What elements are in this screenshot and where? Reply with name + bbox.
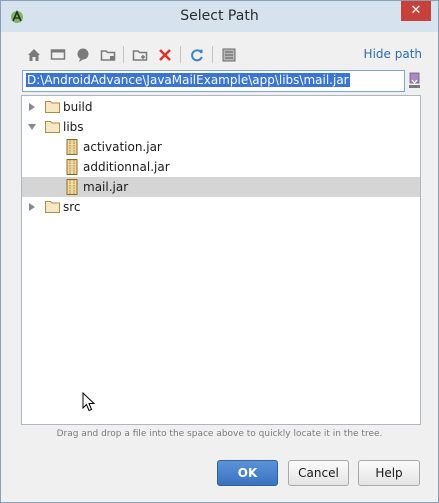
- project-icon[interactable]: [73, 45, 93, 65]
- module-icon[interactable]: [98, 45, 118, 65]
- path-input[interactable]: D:\AndroidAdvance\JavaMailExample\app\li…: [22, 70, 405, 92]
- drag-drop-hint: Drag and drop a file into the space abov…: [56, 429, 383, 439]
- show-hidden-icon[interactable]: [219, 45, 239, 65]
- cancel-button[interactable]: Cancel: [288, 460, 349, 486]
- tree-item-libs[interactable]: libs: [22, 117, 420, 137]
- ok-button[interactable]: OK: [217, 460, 278, 486]
- file-tree[interactable]: build libs activation.jar additionnal.ja…: [21, 95, 421, 425]
- tree-item-additionnal-jar[interactable]: additionnal.jar: [22, 157, 420, 177]
- collapse-arrow-icon[interactable]: [26, 121, 38, 133]
- jar-file-icon: [66, 139, 78, 155]
- path-row: D:\AndroidAdvance\JavaMailExample\app\li…: [22, 70, 422, 92]
- expand-arrow-icon[interactable]: [26, 201, 38, 213]
- toolbar-separator: [212, 46, 213, 63]
- path-history-icon[interactable]: [407, 72, 422, 90]
- tree-item-src[interactable]: src: [22, 197, 420, 217]
- toolbar: Hide path: [22, 43, 422, 67]
- tree-item-build[interactable]: build: [22, 97, 420, 117]
- tree-item-label: build: [63, 100, 93, 114]
- window-title: Select Path: [180, 8, 259, 24]
- mouse-cursor-icon: [82, 392, 96, 412]
- help-button[interactable]: Help: [358, 460, 420, 486]
- jar-file-icon: [66, 179, 78, 195]
- delete-icon[interactable]: [155, 45, 175, 65]
- expand-arrow-icon[interactable]: [26, 101, 38, 113]
- close-button[interactable]: ✕: [401, 1, 431, 21]
- home-icon[interactable]: [24, 45, 44, 65]
- refresh-icon[interactable]: [187, 45, 207, 65]
- toolbar-separator: [180, 46, 181, 63]
- folder-icon: [45, 201, 60, 213]
- title-bar: Select Path ✕: [1, 1, 438, 32]
- folder-icon: [45, 101, 60, 113]
- tree-item-label: additionnal.jar: [83, 160, 170, 174]
- tree-item-label: mail.jar: [83, 180, 129, 194]
- tree-item-label: activation.jar: [83, 140, 162, 154]
- tree-item-label: src: [63, 200, 81, 214]
- hide-path-link[interactable]: Hide path: [364, 47, 422, 61]
- select-path-dialog: Select Path ✕ Hide path D:\AndroidAdvanc…: [0, 0, 439, 503]
- path-value: D:\AndroidAdvance\JavaMailExample\app\li…: [26, 73, 350, 87]
- folder-icon: [45, 121, 60, 133]
- desktop-icon[interactable]: [48, 45, 68, 65]
- tree-item-activation-jar[interactable]: activation.jar: [22, 137, 420, 157]
- jar-file-icon: [66, 159, 78, 175]
- new-folder-icon[interactable]: [130, 45, 150, 65]
- toolbar-separator: [123, 46, 124, 63]
- tree-item-label: libs: [63, 120, 84, 134]
- tree-item-mail-jar[interactable]: mail.jar: [22, 177, 420, 197]
